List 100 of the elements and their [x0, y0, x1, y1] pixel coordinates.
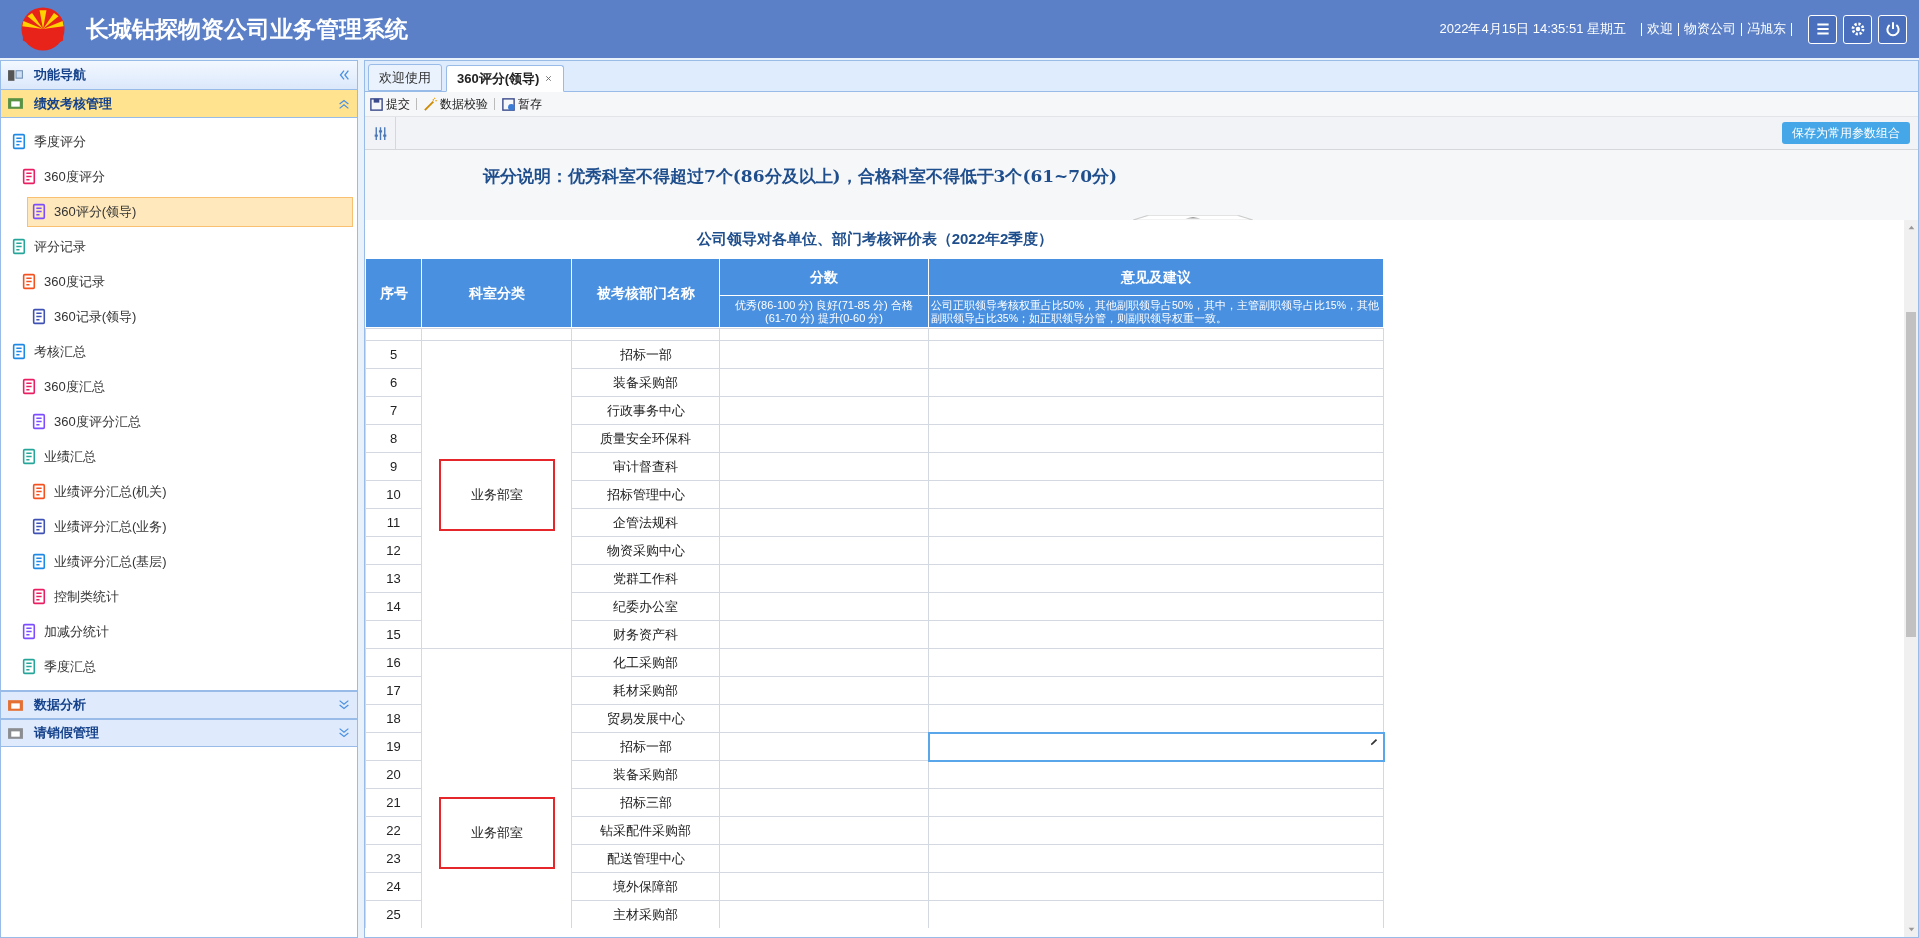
opinion-input-cell[interactable]	[928, 872, 1384, 901]
nav-item[interactable]: 季度评分	[7, 126, 95, 157]
score-input-cell[interactable]	[719, 844, 929, 873]
opinion-input-cell[interactable]	[928, 592, 1384, 621]
nav-item[interactable]: 业绩评分汇总(机关)	[27, 476, 176, 507]
nav-item[interactable]: 业绩评分汇总(业务)	[27, 511, 176, 542]
score-input-cell[interactable]	[719, 340, 929, 369]
department-cell: 装备采购部	[571, 760, 720, 789]
nav-item[interactable]: 360度评分	[17, 161, 114, 192]
opinion-input-cell[interactable]	[928, 676, 1384, 705]
close-icon[interactable]	[544, 74, 554, 83]
save-clock-icon	[501, 96, 516, 112]
opinion-input-cell[interactable]	[928, 648, 1384, 677]
row-number: 23	[365, 844, 422, 873]
vertical-scrollbar[interactable]	[1904, 220, 1918, 937]
score-input-cell[interactable]	[719, 396, 929, 425]
nav-item[interactable]: 360评分(领导)	[27, 196, 353, 227]
nav-item[interactable]: 360记录(领导)	[27, 301, 146, 332]
nav-group-header[interactable]: 绩效考核管理	[1, 90, 357, 118]
opinion-input-cell[interactable]	[928, 452, 1384, 481]
row-number: 17	[365, 676, 422, 705]
opinion-input-cell[interactable]	[928, 816, 1384, 845]
collapse-icon[interactable]	[337, 68, 351, 82]
opinion-input-cell[interactable]	[928, 340, 1384, 369]
opinion-input-cell[interactable]	[928, 564, 1384, 593]
power-button[interactable]	[1878, 14, 1907, 44]
toolbar-button[interactable]: 暂存	[501, 95, 542, 113]
nav-item[interactable]: 360度评分汇总	[27, 406, 150, 437]
logo-icon	[20, 6, 66, 52]
header-link[interactable]: 冯旭东	[1747, 19, 1786, 39]
sidebar-title: 功能导航	[34, 66, 86, 85]
document-icon	[31, 483, 48, 500]
tab[interactable]: 360评分(领导)	[446, 65, 565, 92]
score-input-cell[interactable]	[719, 676, 929, 705]
department-cell: 党群工作科	[571, 564, 720, 593]
score-input-cell[interactable]	[719, 480, 929, 509]
toolbar-button[interactable]: 提交	[369, 95, 410, 113]
scroll-down-icon[interactable]	[1906, 925, 1916, 934]
department-cell: 钻采配件采购部	[571, 816, 720, 845]
opinion-input-cell[interactable]	[928, 732, 1384, 761]
score-input-cell[interactable]	[719, 452, 929, 481]
department-cell: 耗材采购部	[571, 676, 720, 705]
score-input-cell[interactable]	[719, 648, 929, 677]
header-link[interactable]: 欢迎	[1647, 19, 1673, 39]
score-input-cell[interactable]	[719, 816, 929, 845]
opinion-input-cell[interactable]	[928, 396, 1384, 425]
settings-button[interactable]	[1843, 14, 1872, 44]
opinion-input-cell[interactable]	[928, 424, 1384, 453]
opinion-input-cell[interactable]	[928, 620, 1384, 649]
opinion-input-cell[interactable]	[928, 844, 1384, 873]
opinion-input-cell[interactable]	[928, 536, 1384, 565]
chevron-down-icon[interactable]	[337, 698, 351, 712]
department-cell: 招标管理中心	[571, 480, 720, 509]
opinion-input-cell[interactable]	[928, 368, 1384, 397]
score-input-cell[interactable]	[719, 704, 929, 733]
score-input-cell[interactable]	[719, 872, 929, 901]
category-label: 业务部室	[438, 458, 555, 531]
opinion-input-cell[interactable]	[928, 480, 1384, 509]
department-cell: 纪委办公室	[571, 592, 720, 621]
opinion-input-cell[interactable]	[928, 788, 1384, 817]
score-input-cell[interactable]	[719, 760, 929, 789]
document-icon	[31, 203, 48, 220]
tab[interactable]: 欢迎使用	[368, 64, 442, 91]
score-input-cell[interactable]	[719, 620, 929, 649]
nav-item[interactable]: 360度记录	[17, 266, 114, 297]
menu-button[interactable]	[1808, 14, 1837, 44]
save-icon	[369, 96, 384, 112]
opinion-input-cell[interactable]	[928, 760, 1384, 789]
folder-icon	[7, 95, 24, 112]
score-input-cell[interactable]	[719, 592, 929, 621]
nav-item[interactable]: 考核汇总	[7, 336, 95, 367]
score-input-cell[interactable]	[719, 564, 929, 593]
column-header: 序号	[365, 258, 422, 328]
app-title: 长城钻探物资公司业务管理系统	[86, 14, 408, 44]
nav-item[interactable]: 控制类统计	[27, 581, 128, 612]
score-input-cell[interactable]	[719, 424, 929, 453]
score-input-cell[interactable]	[719, 368, 929, 397]
opinion-input-cell[interactable]	[928, 508, 1384, 537]
nav-item[interactable]: 360度汇总	[17, 371, 114, 402]
scrollbar-thumb[interactable]	[1906, 312, 1916, 637]
score-input-cell[interactable]	[719, 788, 929, 817]
scroll-up-icon[interactable]	[1906, 223, 1916, 232]
notice-text: 评分说明：优秀科室不得超过7个(86分及以上)，合格科室不得低于3个(61~70分)	[483, 165, 1118, 189]
row-number: 12	[365, 536, 422, 565]
document-icon	[21, 168, 38, 185]
row-number: 21	[365, 788, 422, 817]
nav-item[interactable]: 加减分统计	[17, 616, 118, 647]
nav-item[interactable]: 评分记录	[7, 231, 95, 262]
department-cell: 财务资产科	[571, 620, 720, 649]
nav-item[interactable]: 业绩评分汇总(基层)	[27, 546, 176, 577]
nav-item[interactable]: 季度汇总	[17, 651, 105, 682]
chevron-down-icon[interactable]	[337, 726, 351, 740]
nav-item[interactable]: 业绩汇总	[17, 441, 105, 472]
nav-group-header[interactable]: 请销假管理	[1, 719, 357, 747]
header-link[interactable]: 物资公司	[1684, 19, 1736, 39]
score-input-cell[interactable]	[719, 508, 929, 537]
score-input-cell[interactable]	[719, 536, 929, 565]
toolbar-button[interactable]: 数据校验	[423, 95, 488, 113]
nav-group-header[interactable]: 数据分析	[1, 691, 357, 719]
wand-icon	[423, 96, 438, 112]
